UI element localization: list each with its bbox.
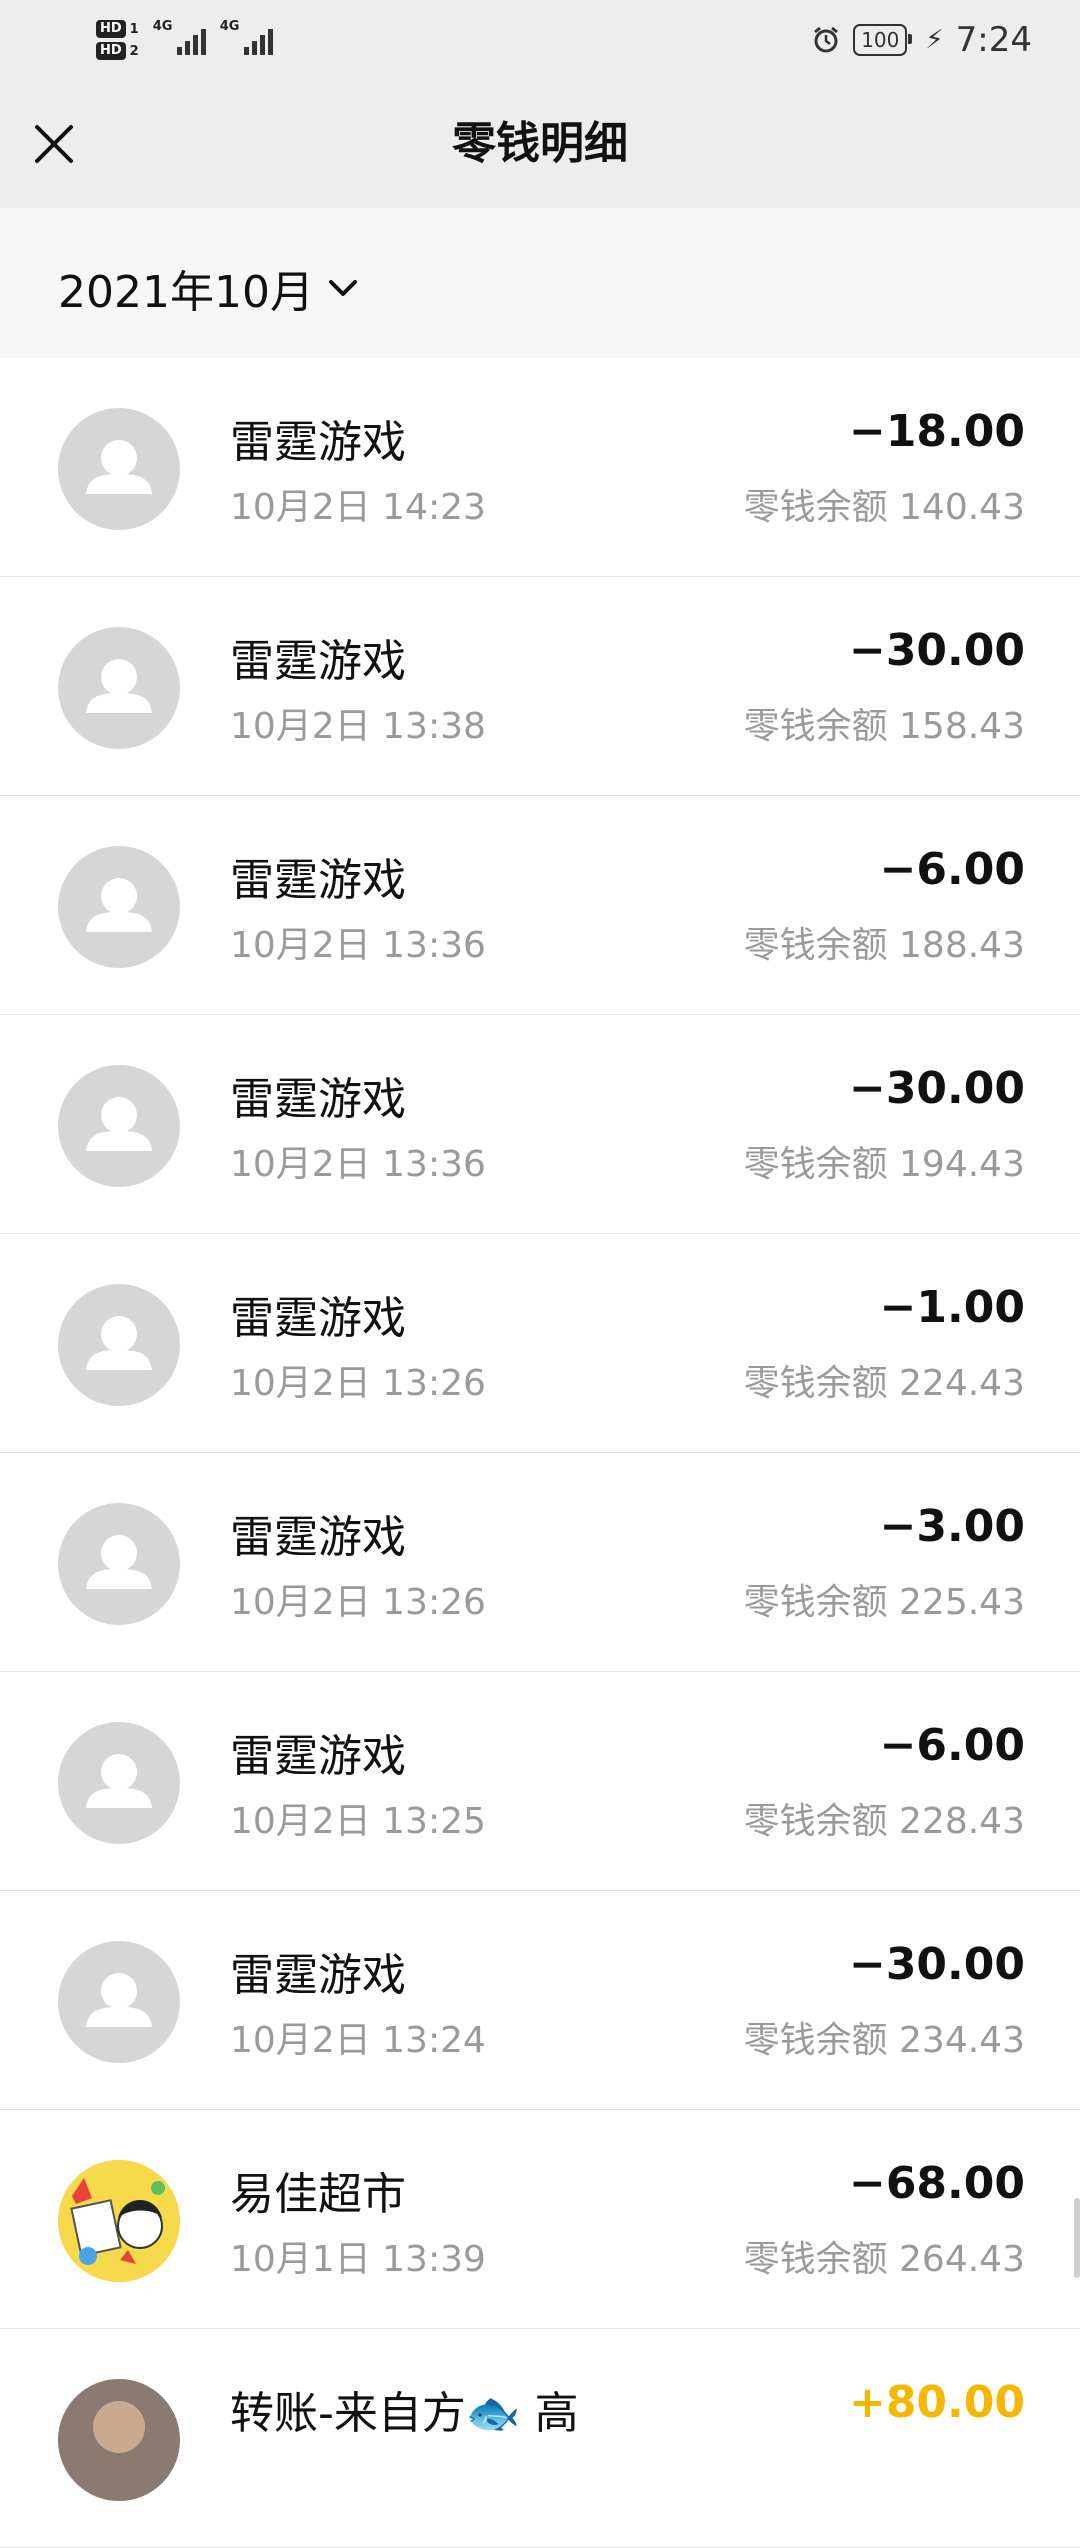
transaction-amount: +80.00 [848, 2377, 1025, 2428]
avatar [58, 1503, 180, 1625]
balance-after: 零钱余额 194.43 [743, 1144, 1025, 1185]
sim-number: 2 [129, 43, 139, 59]
signal-1-icon: 4G [153, 19, 206, 55]
transaction-row[interactable]: 雷霆游戏 10月2日 13:26 −1.00 零钱余额 224.43 [0, 1234, 1080, 1453]
transaction-amount: −6.00 [879, 844, 1025, 895]
transaction-row[interactable]: 雷霆游戏 10月2日 13:25 −6.00 零钱余额 228.43 [0, 1672, 1080, 1891]
transaction-row[interactable]: 雷霆游戏 10月2日 14:23 −18.00 零钱余额 140.43 [0, 358, 1080, 577]
transaction-time: 10月2日 14:23 [230, 487, 486, 528]
balance-after: 零钱余额 225.43 [743, 1582, 1025, 1623]
header: 零钱明细 [0, 80, 1080, 208]
avatar [58, 1065, 180, 1187]
merchant-name: 雷霆游戏 [230, 1512, 406, 1563]
balance-after: 零钱余额 234.43 [743, 2020, 1025, 2061]
transaction-amount: −68.00 [848, 2158, 1025, 2209]
transaction-amount: −18.00 [848, 406, 1025, 457]
network-label: 4G [152, 19, 173, 34]
transaction-amount: −3.00 [879, 1501, 1025, 1552]
transaction-row[interactable]: 雷霆游戏 10月2日 13:26 −3.00 零钱余额 225.43 [0, 1453, 1080, 1672]
sim2-indicator: HD 2 [96, 42, 139, 60]
transaction-time: 10月2日 13:36 [230, 925, 486, 966]
transaction-time: 10月2日 13:26 [230, 1363, 486, 1404]
avatar [58, 1284, 180, 1406]
alarm-icon [814, 26, 839, 53]
balance-after: 零钱余额 224.43 [743, 1363, 1025, 1404]
transaction-time: 10月2日 13:24 [230, 2020, 486, 2061]
transaction-row[interactable]: 雷霆游戏 10月2日 13:36 −30.00 零钱余额 194.43 [0, 1015, 1080, 1234]
hd-badge: HD [96, 20, 126, 38]
status-bar-right: 100 ⚡ 7:24 [811, 10, 1032, 70]
avatar [58, 627, 180, 749]
balance-after: 零钱余额 228.43 [743, 1801, 1025, 1842]
avatar [58, 846, 180, 968]
merchant-name: 雷霆游戏 [230, 636, 406, 687]
transaction-row[interactable]: 转账-来自方🐟 高 +80.00 [0, 2329, 1080, 2548]
month-filter-bar: 2021年10月 [0, 208, 1080, 358]
month-label: 2021年10月 [58, 267, 314, 318]
default-avatar-icon [86, 659, 152, 713]
merchant-name: 雷霆游戏 [230, 1293, 406, 1344]
default-avatar-icon [86, 1973, 152, 2027]
avatar [58, 408, 180, 530]
merchant-name: 易佳超市 [230, 2169, 406, 2220]
page-title: 零钱明细 [452, 118, 628, 169]
transaction-row[interactable]: 雷霆游戏 10月2日 13:38 −30.00 零钱余额 158.43 [0, 577, 1080, 796]
merchant-name: 雷霆游戏 [230, 1950, 406, 2001]
transaction-time: 10月2日 13:36 [230, 1144, 486, 1185]
transaction-amount: −30.00 [848, 1939, 1025, 1990]
avatar [58, 2379, 180, 2501]
avatar [58, 1941, 180, 2063]
transaction-row[interactable]: 雷霆游戏 10月2日 13:36 −6.00 零钱余额 188.43 [0, 796, 1080, 1015]
transaction-time: 10月1日 13:39 [230, 2239, 486, 2280]
close-button[interactable] [20, 110, 88, 178]
transaction-amount: −30.00 [848, 1063, 1025, 1114]
signal-2-icon: 4G [220, 19, 273, 55]
status-bar-left: HD 1 HD 2 4G 4G [96, 10, 273, 70]
transaction-time: 10月2日 13:38 [230, 706, 486, 747]
month-selector[interactable]: 2021年10月 [58, 256, 358, 320]
transaction-time: 10月2日 13:25 [230, 1801, 486, 1842]
network-label: 4G [219, 19, 240, 34]
scrollbar-thumb[interactable] [1074, 2198, 1080, 2278]
default-avatar-icon [86, 878, 152, 932]
transaction-amount: −30.00 [848, 625, 1025, 676]
transaction-amount: −6.00 [879, 1720, 1025, 1771]
balance-after: 零钱余额 140.43 [743, 487, 1025, 528]
status-time: 7:24 [955, 20, 1032, 60]
merchant-name: 雷霆游戏 [230, 417, 406, 468]
avatar [58, 2160, 180, 2282]
battery-icon: 100 [853, 24, 913, 56]
transaction-time: 10月2日 13:26 [230, 1582, 486, 1623]
transaction-amount: −1.00 [879, 1282, 1025, 1333]
balance-after: 零钱余额 158.43 [743, 706, 1025, 747]
sim1-indicator: HD 1 [96, 20, 139, 38]
sim-indicators: HD 1 HD 2 [96, 20, 139, 60]
default-avatar-icon [86, 1754, 152, 1808]
chevron-down-icon [328, 280, 357, 296]
merchant-name: 雷霆游戏 [230, 855, 406, 906]
default-avatar-icon [86, 1097, 152, 1151]
transaction-list: 雷霆游戏 10月2日 14:23 −18.00 零钱余额 140.43 雷霆游戏 10月2… [0, 358, 1080, 2548]
charging-icon: ⚡ [925, 25, 944, 55]
avatar [58, 1722, 180, 1844]
merchant-name: 转账-来自方🐟 高 [230, 2388, 579, 2439]
close-icon [35, 125, 73, 163]
transaction-row[interactable]: 雷霆游戏 10月2日 13:24 −30.00 零钱余额 234.43 [0, 1891, 1080, 2110]
transaction-row[interactable]: 易佳超市 10月1日 13:39 −68.00 零钱余额 264.43 [0, 2110, 1080, 2329]
balance-after: 零钱余额 264.43 [743, 2239, 1025, 2280]
balance-after: 零钱余额 188.43 [743, 925, 1025, 966]
default-avatar-icon [86, 1535, 152, 1589]
merchant-name: 雷霆游戏 [230, 1074, 406, 1125]
default-avatar-icon [86, 440, 152, 494]
status-bar: HD 1 HD 2 4G 4G 100 ⚡ 7:24 [0, 0, 1080, 80]
person-avatar-icon [58, 2379, 180, 2501]
sim-number: 1 [129, 21, 139, 37]
battery-level: 100 [861, 28, 900, 52]
hd-badge: HD [96, 42, 126, 60]
merchant-name: 雷霆游戏 [230, 1731, 406, 1782]
default-avatar-icon [86, 1316, 152, 1370]
store-avatar-icon [58, 2160, 180, 2282]
